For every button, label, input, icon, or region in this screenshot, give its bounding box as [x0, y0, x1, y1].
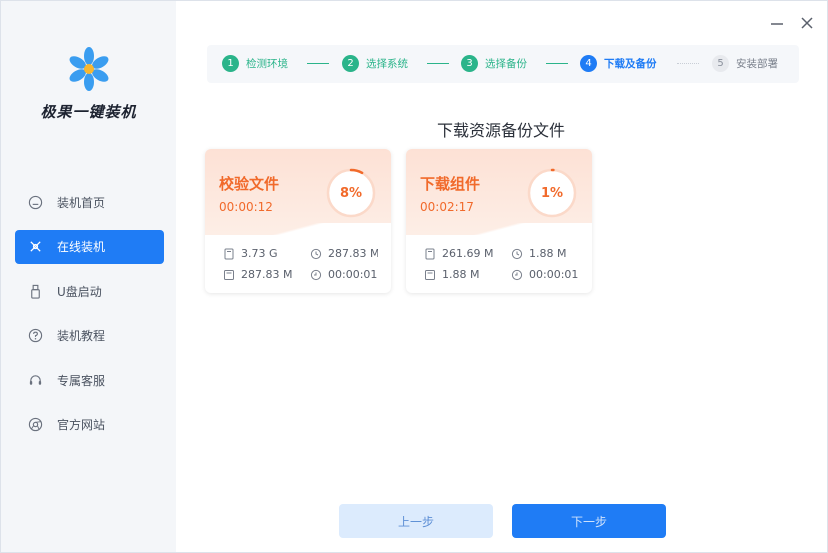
sidebar-item-label: 装机教程 [57, 329, 106, 343]
step-number: 2 [342, 55, 359, 72]
help-icon [27, 328, 43, 344]
app-name: 极果一键装机 [40, 103, 137, 121]
online-install-icon [27, 239, 43, 255]
step-connector [546, 63, 568, 64]
step-number: 4 [580, 55, 597, 72]
file-icon [223, 248, 235, 260]
sidebar-item-label: 在线装机 [57, 240, 106, 254]
sidebar: 极果一键装机 装机首页 在线装机 U盘启动 装机教程 专属客服 官方网站 [1, 1, 176, 552]
app-window: 极果一键装机 装机首页 在线装机 U盘启动 装机教程 专属客服 官方网站 1 检… [0, 0, 828, 553]
step-label: 选择系统 [366, 58, 408, 70]
stat-value: 1.88 M [442, 268, 480, 281]
stat-remaining-time: 00:00:01 [310, 268, 380, 281]
clock-icon [511, 248, 523, 260]
clock-icon [310, 248, 322, 260]
step-label: 下载及备份 [604, 58, 657, 70]
disk-icon [424, 269, 436, 281]
stat-value: 00:00:01 [328, 268, 378, 281]
task-title: 校验文件 [219, 175, 280, 193]
stat-speed: 1.88 M [511, 247, 581, 260]
home-icon [27, 194, 43, 210]
previous-step-button[interactable]: 上一步 [339, 504, 493, 538]
step-number: 5 [712, 55, 729, 72]
step-detect-environment: 1 检测环境 [222, 55, 288, 72]
timer-icon [511, 269, 523, 281]
sidebar-item-support[interactable]: 专属客服 [15, 363, 164, 397]
sidebar-item-usb-boot[interactable]: U盘启动 [15, 274, 164, 308]
stat-value: 3.73 G [241, 247, 278, 260]
step-number: 3 [461, 55, 478, 72]
step-download-backup: 4 下载及备份 [580, 55, 657, 72]
stat-speed: 287.83 M [310, 247, 378, 260]
close-icon [801, 17, 813, 29]
stat-total-size: 3.73 G [223, 247, 305, 260]
stat-downloaded-size: 287.83 M [223, 268, 305, 281]
file-icon [424, 248, 436, 260]
browser-icon [27, 417, 43, 433]
elapsed-time: 00:02:17 [420, 200, 474, 214]
stat-value: 00:00:01 [529, 268, 579, 281]
task-title: 下载组件 [420, 175, 481, 193]
sidebar-item-online-install[interactable]: 在线装机 [15, 229, 164, 264]
stat-value: 287.83 M [328, 247, 378, 260]
disk-icon [223, 269, 235, 281]
step-select-backup: 3 选择备份 [461, 55, 527, 72]
sidebar-item-home[interactable]: 装机首页 [15, 185, 164, 219]
sidebar-item-label: 装机首页 [57, 195, 106, 210]
headset-icon [27, 372, 43, 388]
timer-icon [310, 269, 322, 281]
usb-icon [27, 283, 43, 299]
sidebar-nav: 装机首页 在线装机 U盘启动 装机教程 专属客服 官方网站 [15, 185, 164, 452]
step-install-deploy: 5 安装部署 [712, 55, 778, 72]
step-connector [307, 63, 329, 64]
step-connector [427, 63, 449, 64]
step-select-system: 2 选择系统 [342, 55, 408, 72]
minimize-icon [771, 23, 783, 25]
task-card-download-components: 下载组件 00:02:17 1% 261.69 M 1.88 M 1.88 M … [406, 149, 592, 293]
progress-percent: 1% [540, 185, 564, 201]
task-card-verify: 校验文件 00:00:12 8% 3.73 G 287.83 M 287.83 … [205, 149, 391, 293]
step-connector [677, 63, 699, 64]
step-label: 安装部署 [736, 58, 778, 70]
sidebar-item-tutorial[interactable]: 装机教程 [15, 319, 164, 353]
app-logo [69, 47, 109, 91]
stat-remaining-time: 00:00:01 [511, 268, 581, 281]
stat-value: 261.69 M [442, 247, 494, 260]
step-number: 1 [222, 55, 239, 72]
stat-value: 287.83 M [241, 268, 293, 281]
stat-value: 1.88 M [529, 247, 567, 260]
progress-percent: 8% [339, 185, 363, 201]
stat-total-size: 261.69 M [424, 247, 506, 260]
elapsed-time: 00:00:12 [219, 200, 273, 214]
sidebar-item-label: 官方网站 [57, 418, 106, 432]
minimize-button[interactable] [768, 14, 786, 32]
close-button[interactable] [798, 14, 816, 32]
next-step-button[interactable]: 下一步 [512, 504, 666, 538]
install-stepper: 1 检测环境 2 选择系统 3 选择备份 4 下载及备份 5 安装部署 [207, 45, 799, 83]
step-label: 选择备份 [485, 58, 527, 70]
sidebar-item-label: U盘启动 [57, 284, 102, 299]
sidebar-item-label: 专属客服 [57, 373, 106, 388]
sidebar-item-website[interactable]: 官方网站 [15, 408, 164, 442]
page-title: 下载资源备份文件 [436, 121, 565, 140]
stat-downloaded-size: 1.88 M [424, 268, 506, 281]
step-label: 检测环境 [246, 58, 288, 70]
